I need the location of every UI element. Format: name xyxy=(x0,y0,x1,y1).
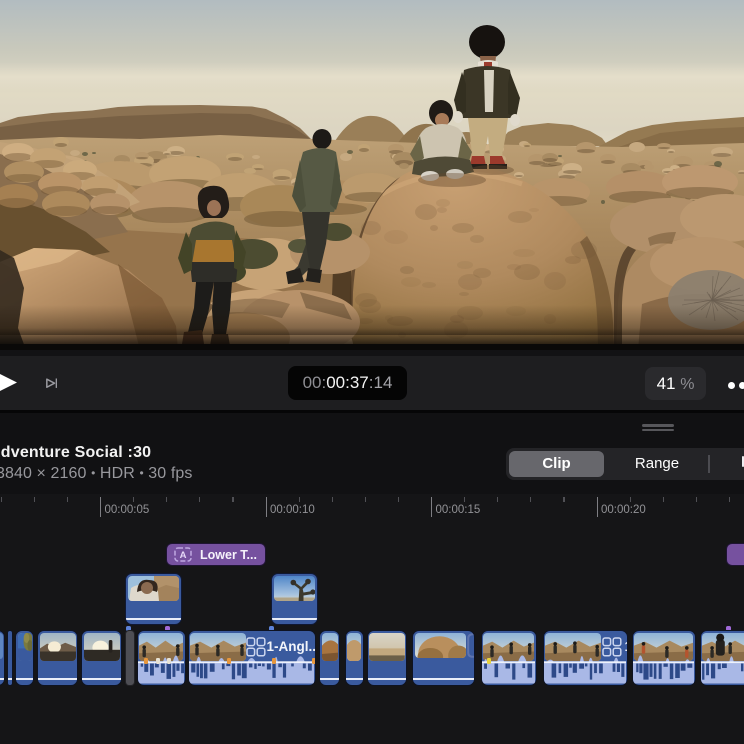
svg-text:A: A xyxy=(180,550,187,561)
